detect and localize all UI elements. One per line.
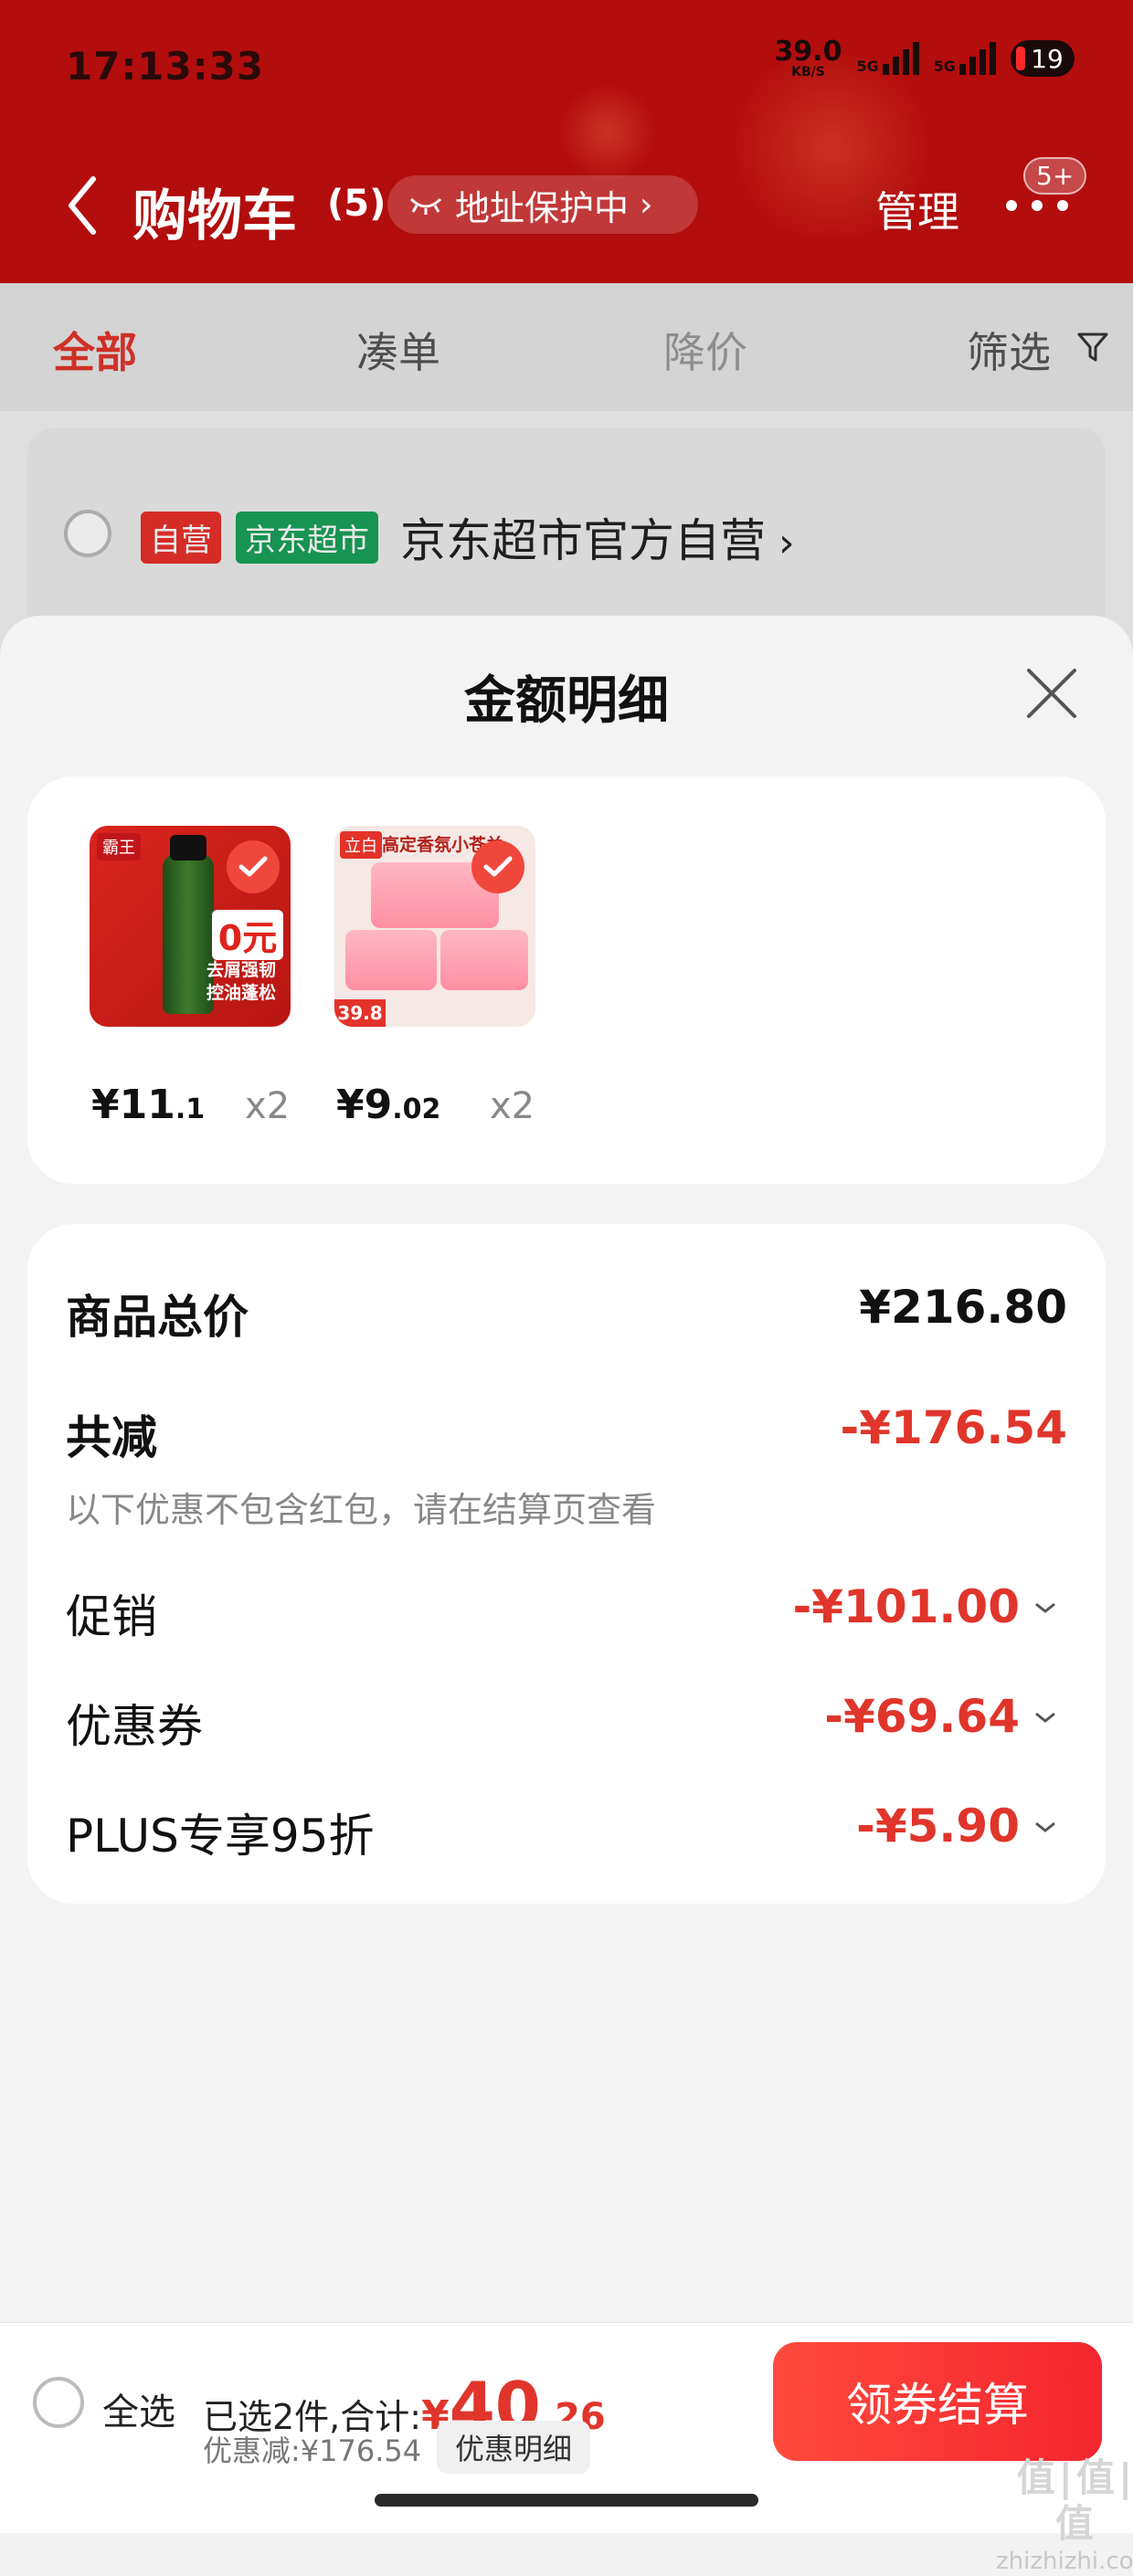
back-arrow-icon[interactable] [64, 174, 101, 238]
chevron-down-icon[interactable] [1032, 1599, 1058, 1617]
battery-level: 19 [1031, 43, 1064, 74]
select-all-checkbox[interactable] [33, 2377, 84, 2428]
watermark-logo: 值|值|值 [1016, 2455, 1133, 2547]
status-icons: 39.0 KB/S 5G 5G 19 [774, 38, 1075, 79]
watermark-url: zhizhizhi.com [996, 2547, 1133, 2575]
battery-icon: 19 [1011, 40, 1075, 77]
thumb-slogan: 去屑强韧 控油蓬松 [206, 959, 276, 1004]
watermark: 值|值|值 zhizhizhi.com [996, 2455, 1133, 2576]
manage-button[interactable]: 管理 [875, 179, 959, 239]
product-thumbnail[interactable]: 霸王 0元 去屑强韧 控油蓬松 [90, 826, 291, 1027]
product-price: ¥9.02 [336, 1082, 440, 1128]
chevron-right-icon: › [640, 185, 653, 224]
checkout-button[interactable]: 领券结算 [773, 2342, 1102, 2461]
product-thumbnail[interactable]: 立白 高定香氛小苍兰 39.8 [334, 826, 535, 1027]
selected-check-icon [471, 840, 524, 893]
laundry-pod-box [345, 930, 437, 990]
reduction-note: 以下优惠不包含红包，请在结算页查看 [66, 1490, 657, 1530]
price-decimal: .1 [175, 1093, 206, 1125]
total-reduction-label: 共减 [66, 1411, 157, 1464]
message-badge: 5+ [1023, 157, 1087, 195]
total-reduction-value: -¥176.54 [840, 1401, 1068, 1454]
brand-label: 立白 [340, 831, 382, 859]
price-decimal: .02 [392, 1093, 441, 1125]
home-indicator[interactable] [375, 2494, 758, 2507]
discount-detail-button[interactable]: 优惠明细 [437, 2421, 591, 2474]
thumb-slogan-line: 去屑强韧 [206, 960, 277, 980]
signal-label: 5G [856, 58, 879, 75]
brand-label: 霸王 [97, 833, 141, 860]
net-speed: 39.0 KB/S [774, 38, 842, 79]
plus-discount-value[interactable]: -¥5.90 [856, 1800, 1020, 1853]
product-price: ¥11.1 [91, 1082, 205, 1128]
address-protection-label: 地址保护中 [455, 187, 630, 228]
select-all-label[interactable]: 全选 [102, 2382, 175, 2435]
page-title: 购物车 [132, 185, 297, 248]
firework-decoration [557, 82, 658, 183]
promotion-label: 促销 [66, 1590, 157, 1643]
close-icon[interactable] [1025, 667, 1078, 720]
coupon-label: 优惠券 [66, 1700, 203, 1753]
total-price-label: 商品总价 [66, 1291, 249, 1344]
cart-count: (5) [327, 183, 386, 225]
sheet-title: 金额明细 [464, 671, 669, 731]
price-integer: ¥11 [91, 1082, 175, 1128]
price-integer: ¥9 [336, 1082, 393, 1128]
chevron-down-icon[interactable] [1032, 1818, 1058, 1836]
signal-icon: 5G [934, 42, 996, 75]
laundry-pod-box [440, 930, 528, 990]
signal-label: 5G [933, 58, 956, 75]
status-time: 17:13:33 [66, 44, 264, 89]
coupon-value[interactable]: -¥69.64 [824, 1690, 1020, 1743]
product-quantity: x2 [245, 1085, 291, 1127]
selected-check-icon [227, 840, 280, 893]
zero-yuan-label: 0元 [212, 910, 283, 960]
promotion-value[interactable]: -¥101.00 [793, 1580, 1021, 1633]
plus-discount-label: PLUS专享95折 [66, 1810, 375, 1863]
product-quantity: x2 [490, 1085, 535, 1127]
signal-icon: 5G [856, 42, 919, 75]
total-price-value: ¥216.80 [859, 1281, 1067, 1334]
chevron-down-icon[interactable] [1032, 1708, 1058, 1726]
net-speed-unit: KB/S [791, 65, 825, 79]
thumb-slogan-line: 控油蓬松 [206, 982, 277, 1003]
discount-amount: 优惠减:¥176.54 [203, 2433, 422, 2468]
closed-eye-icon [409, 197, 442, 215]
thumb-price-tag: 39.8 [334, 999, 386, 1027]
address-protection-pill[interactable]: 地址保护中 › [387, 175, 698, 234]
bottle-pump [170, 835, 206, 860]
net-speed-value: 39.0 [774, 36, 842, 68]
